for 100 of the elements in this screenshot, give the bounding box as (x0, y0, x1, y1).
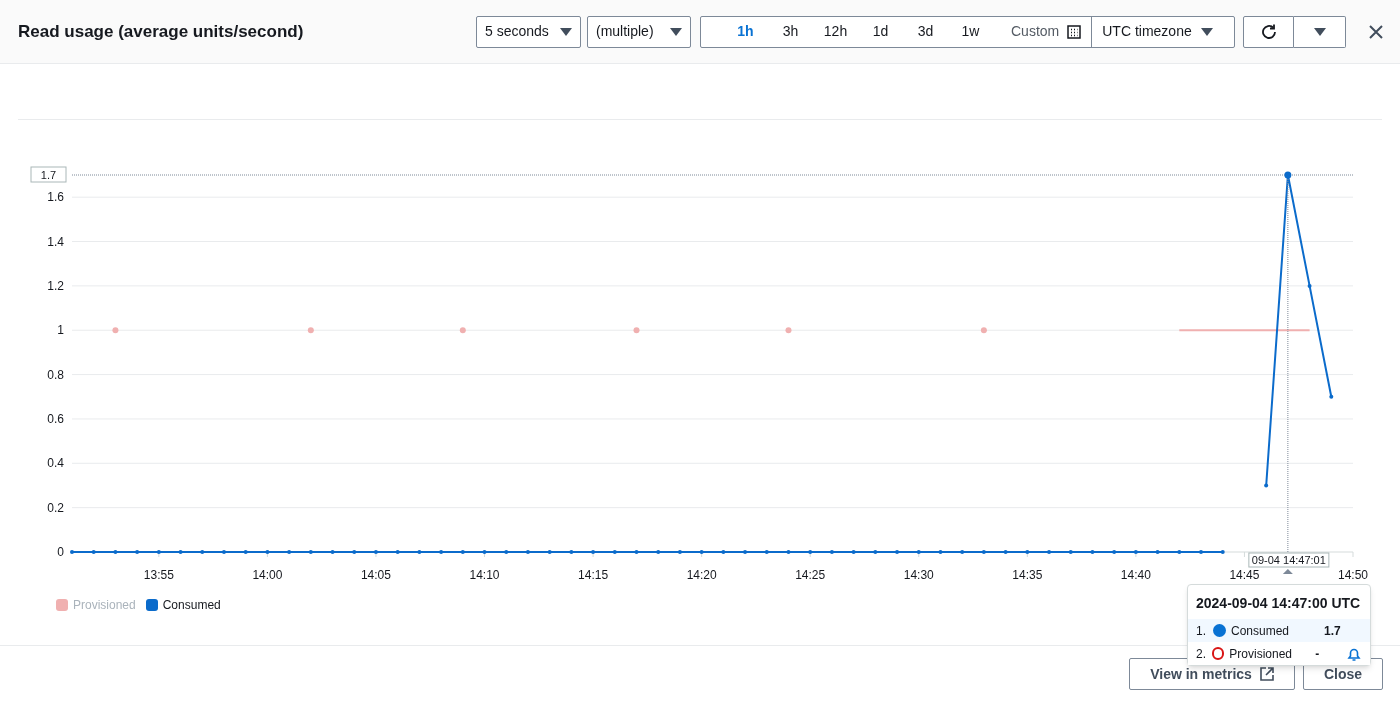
data-point (1220, 550, 1225, 554)
time-range-option[interactable]: 1d (858, 21, 903, 42)
series-value: 1.7 (1324, 622, 1342, 640)
data-point (178, 550, 183, 554)
data-point (851, 550, 856, 554)
data-point (91, 550, 96, 554)
data-point (895, 550, 900, 554)
timezone-dropdown[interactable]: UTC timezone (1091, 16, 1224, 47)
axis-label: 13:55 (143, 568, 174, 582)
data-point (916, 550, 921, 554)
refresh-button[interactable] (1243, 15, 1294, 48)
data-point (699, 550, 704, 554)
data-point (265, 550, 270, 554)
axis-label: 14:40 (1120, 568, 1151, 582)
tooltip-title: 2024-09-04 14:47:00 UTC (1195, 594, 1362, 613)
data-point (307, 327, 314, 334)
data-point (1112, 550, 1117, 554)
axis-label: 14:30 (903, 568, 934, 582)
axis-label: 1 (57, 323, 64, 338)
data-point (591, 550, 596, 554)
data-point (460, 550, 465, 554)
data-point (785, 327, 792, 334)
data-point (1068, 550, 1073, 554)
data-point (200, 550, 205, 554)
data-point (938, 550, 943, 554)
data-point (222, 550, 226, 554)
axis-label: 0 (57, 545, 64, 559)
data-point (113, 550, 118, 554)
axis-label: 1.2 (47, 278, 64, 293)
data-point (677, 550, 682, 554)
time-range-option[interactable]: 1h (723, 21, 768, 42)
data-point (569, 550, 574, 554)
data-point (786, 550, 791, 554)
caret-icon (1201, 27, 1214, 36)
data-point (980, 327, 987, 334)
data-point (504, 550, 509, 554)
data-point (633, 327, 640, 334)
axis-label: 1.4 (47, 234, 64, 249)
data-point (482, 550, 487, 554)
data-point (308, 550, 313, 554)
data-point (135, 550, 140, 554)
data-point (1025, 550, 1030, 554)
data-point (656, 550, 661, 554)
data-point (829, 550, 834, 554)
options-dropdown[interactable] (1294, 15, 1346, 48)
data-point (764, 550, 769, 554)
data-point (1199, 550, 1203, 554)
data-point (1264, 483, 1269, 488)
axis-label: 14:50 (1338, 568, 1368, 582)
data-point (873, 550, 878, 554)
refresh-icon (1259, 22, 1278, 41)
data-point (1155, 550, 1160, 554)
series-name: Consumed (1231, 622, 1291, 640)
axis-label: 14:05 (360, 568, 391, 582)
data-point (439, 550, 444, 554)
pointer-icon (1282, 569, 1293, 574)
time-range-option[interactable]: 12h (813, 21, 858, 42)
data-point (1133, 550, 1138, 554)
row-index: 1. (1196, 622, 1207, 640)
data-point (373, 550, 378, 554)
data-point (1047, 550, 1052, 554)
calendar-icon (1067, 24, 1082, 39)
data-point (612, 550, 617, 554)
data-point (1307, 283, 1312, 288)
data-point (395, 550, 400, 554)
dialog-title: Read usage (average units/second) (18, 20, 305, 43)
custom-range-button[interactable]: Custom (1011, 21, 1082, 42)
data-point (352, 550, 357, 554)
data-point (287, 550, 292, 554)
axis-label: 0.2 (47, 500, 64, 515)
data-point (634, 550, 639, 554)
data-point (743, 550, 748, 554)
axis-label: 14:00 (252, 568, 283, 582)
period-dropdown[interactable]: 5 seconds (476, 15, 581, 48)
caret-icon (1313, 27, 1326, 36)
axis-label: 0.8 (47, 367, 64, 382)
highlight-point (1284, 171, 1292, 179)
legend-label[interactable]: Consumed (162, 596, 221, 614)
caret-icon (670, 27, 682, 36)
axis-label: 0.4 (47, 456, 64, 471)
data-point (243, 550, 248, 554)
data-point (330, 550, 335, 554)
data-point (721, 550, 726, 554)
axis-label: 14:20 (686, 568, 717, 582)
time-range-option[interactable]: 3h (768, 21, 813, 42)
data-point (547, 550, 552, 554)
data-point (960, 550, 965, 554)
axis-label: 14:25 (795, 568, 826, 582)
data-point (112, 327, 119, 334)
data-point (459, 327, 466, 334)
value-label: 1.7 (30, 166, 67, 183)
axis-label: 14:15 (578, 568, 609, 582)
data-point (1177, 550, 1182, 554)
data-point (1090, 550, 1095, 554)
time-range-option[interactable]: 3d (903, 21, 948, 42)
data-point (1329, 394, 1334, 399)
data-point (1003, 550, 1008, 554)
statistic-dropdown[interactable]: (multiple) (587, 15, 691, 48)
close-icon (1369, 24, 1383, 39)
time-range-option[interactable]: 1w (948, 21, 993, 42)
